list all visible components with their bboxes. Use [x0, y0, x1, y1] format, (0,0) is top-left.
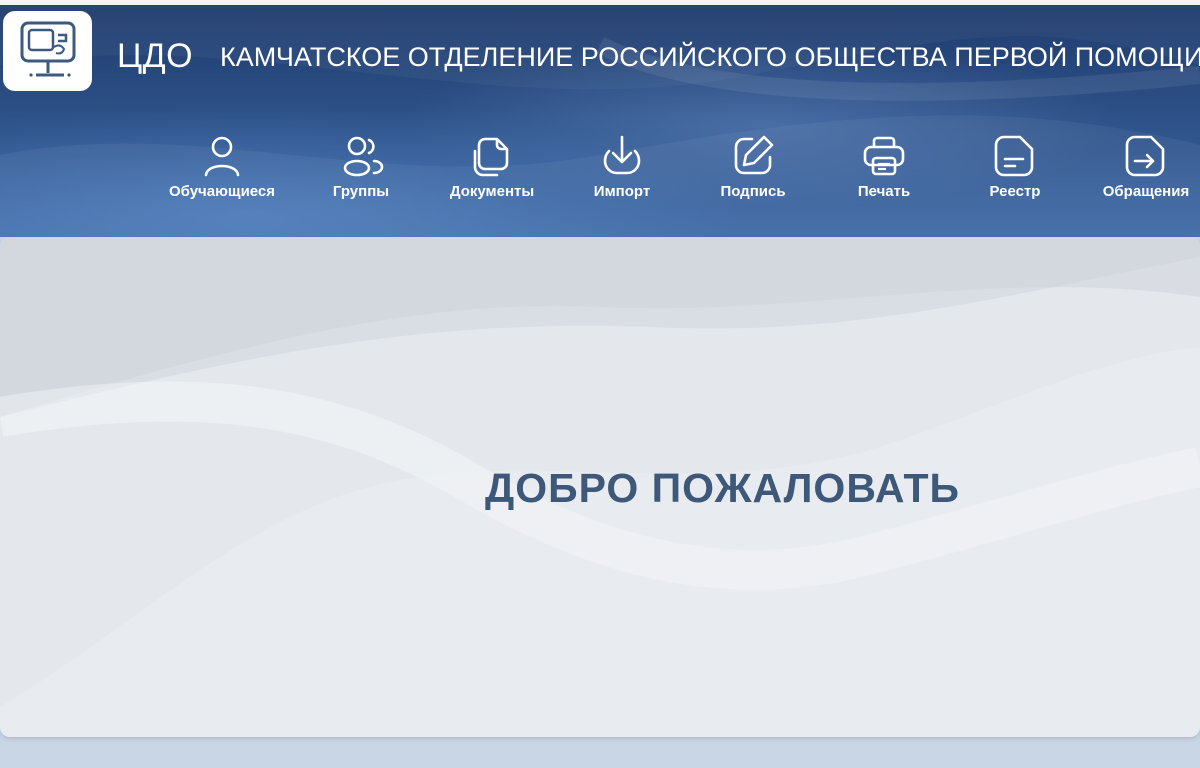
- nav-label-signature: Подпись: [720, 183, 786, 200]
- welcome-heading: ДОБРО ПОЖАЛОВАТЬ: [485, 465, 960, 511]
- nav-item-requests[interactable]: Обращения: [1096, 131, 1196, 200]
- nav-item-registry[interactable]: Реестр: [980, 131, 1050, 200]
- registry-note-icon: [994, 135, 1034, 177]
- nav-label-students: Обучающиеся: [168, 183, 276, 200]
- nav-label-requests: Обращения: [1102, 183, 1190, 200]
- nav-item-documents[interactable]: Документы: [442, 131, 542, 200]
- documents-icon: [473, 137, 509, 177]
- nav-item-groups[interactable]: Группы: [320, 131, 402, 200]
- download-icon: [603, 135, 641, 175]
- nav-item-print[interactable]: Печать: [850, 131, 918, 200]
- nav-label-documents: Документы: [449, 183, 535, 200]
- computer-monitor-icon: [20, 21, 75, 77]
- printer-icon: [863, 136, 905, 176]
- request-arrow-icon: [1125, 135, 1165, 177]
- site-header: ЦДО КАМЧАТСКОЕ ОТДЕЛЕНИЕ РОССИЙСКОГО ОБЩ…: [0, 5, 1200, 237]
- edit-pen-icon: [734, 135, 774, 175]
- nav-label-print: Печать: [857, 183, 911, 200]
- welcome-card: ДОБРО ПОЖАЛОВАТЬ: [0, 237, 1200, 737]
- nav-label-import: Импорт: [593, 183, 651, 200]
- user-icon: [204, 136, 240, 177]
- nav-item-signature[interactable]: Подпись: [712, 131, 794, 200]
- nav-item-students[interactable]: Обучающиеся: [164, 131, 280, 200]
- nav-item-import[interactable]: Импорт: [584, 131, 660, 200]
- organization-name: КАМЧАТСКОЕ ОТДЕЛЕНИЕ РОССИЙСКОГО ОБЩЕСТВ…: [220, 42, 1200, 72]
- app-name: ЦДО: [117, 37, 194, 75]
- logo[interactable]: [3, 11, 92, 91]
- main-navigation: Обучающиеся Группы Документы Импорт Подп…: [0, 131, 1200, 207]
- users-icon: [343, 136, 384, 177]
- nav-label-groups: Группы: [332, 183, 390, 200]
- nav-label-registry: Реестр: [989, 183, 1041, 200]
